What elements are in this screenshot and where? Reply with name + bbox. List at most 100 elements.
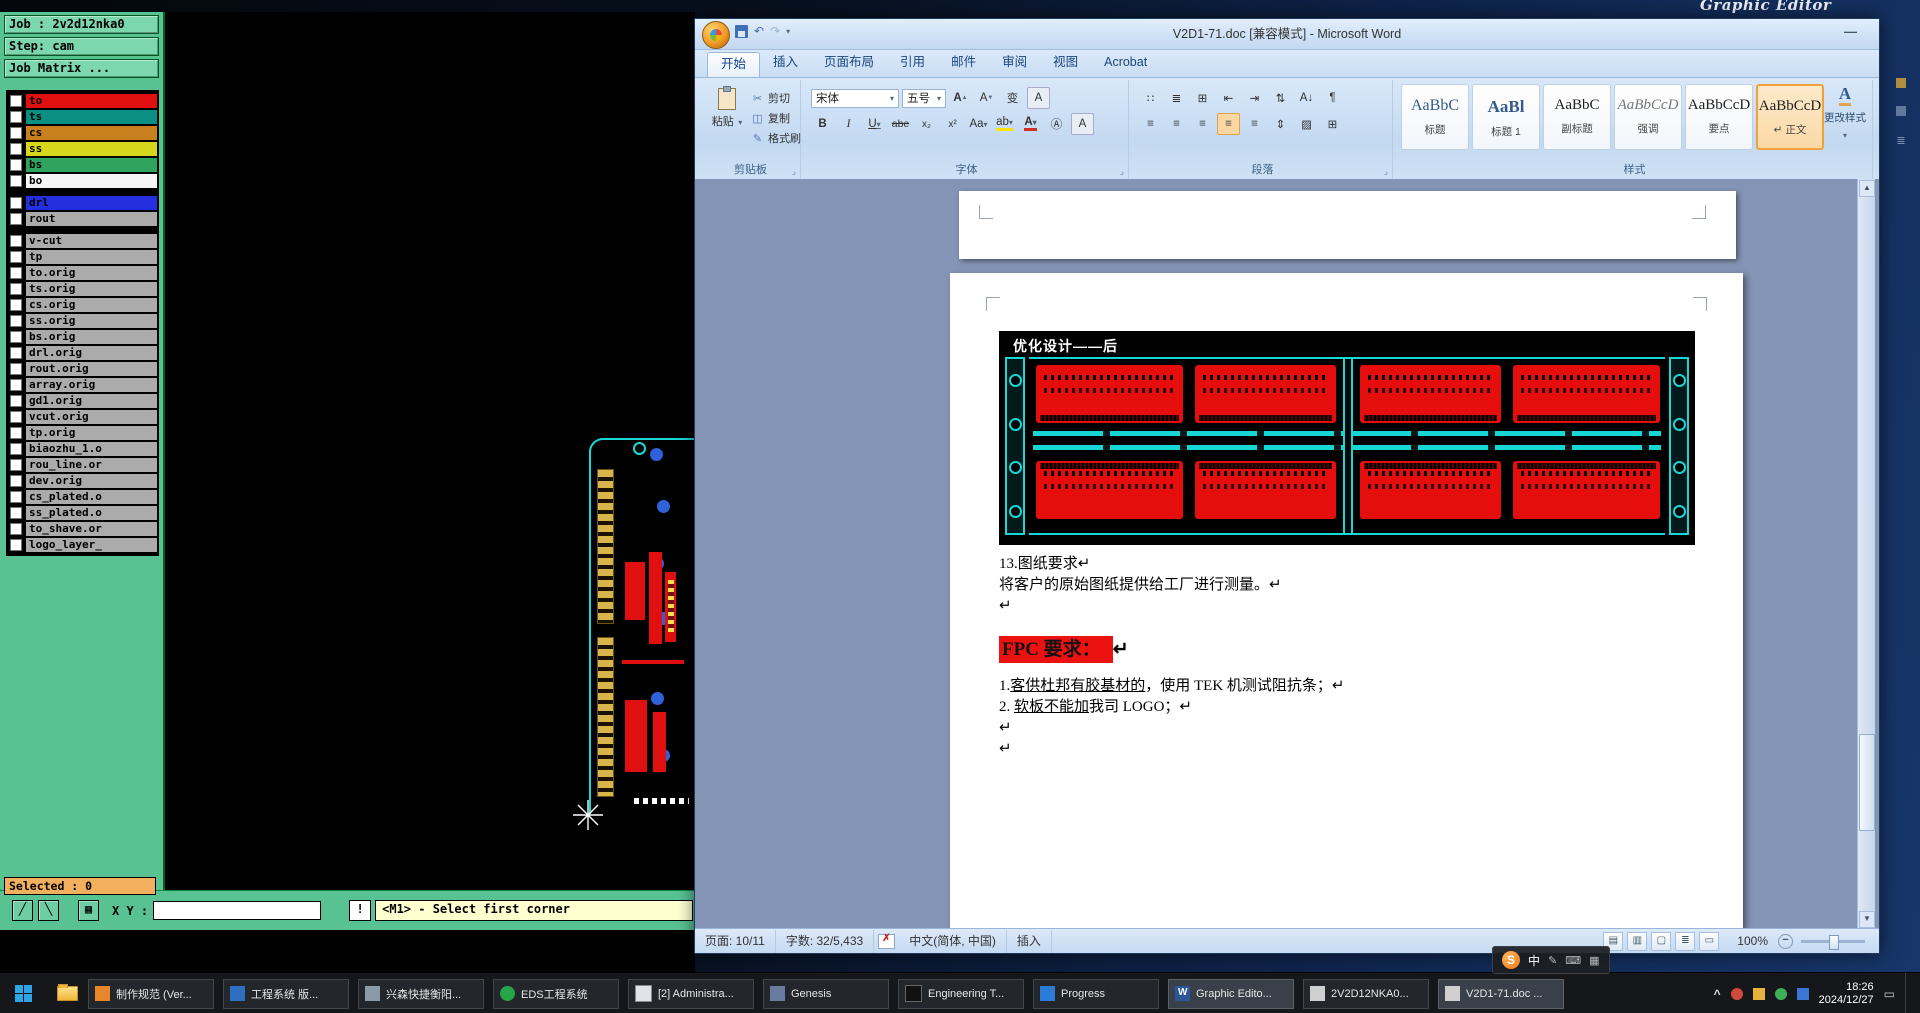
grid-snap-button[interactable]: ▦ (78, 900, 99, 921)
layer-name[interactable]: drl.orig (26, 346, 157, 360)
shrink-font-button[interactable]: A ▼ (975, 87, 998, 109)
tab-mailings[interactable]: 邮件 (938, 50, 989, 77)
character-border-button[interactable]: A (1027, 87, 1050, 109)
layer-visibility-checkbox[interactable] (10, 491, 22, 503)
enclose-character-button[interactable]: Ⓐ (1045, 113, 1068, 135)
layer-name[interactable]: ss (26, 142, 157, 156)
shading-button[interactable]: ▨ (1295, 113, 1318, 135)
layer-visibility-checkbox[interactable] (10, 475, 22, 487)
layer-visibility-checkbox[interactable] (10, 95, 22, 107)
layer-visibility-checkbox[interactable] (10, 267, 22, 279)
tray-app-icon[interactable] (1730, 987, 1743, 1000)
bullets-button[interactable]: ∷ (1139, 87, 1162, 109)
taskbar-item[interactable]: 兴森快捷衡阳... (358, 978, 484, 1009)
layer-visibility-checkbox[interactable] (10, 411, 22, 423)
layer-visibility-checkbox[interactable] (10, 443, 22, 455)
vertical-scrollbar[interactable]: ▲ ▼ (1857, 179, 1875, 929)
sogou-icon[interactable]: S (1502, 951, 1520, 969)
word-titlebar[interactable]: ↶ ↷ ▾ V2D1-71.doc [兼容模式] - Microsoft Wor… (695, 19, 1879, 50)
change-styles-button[interactable]: A 更改样式 ▾ (1820, 85, 1870, 143)
layer-visibility-checkbox[interactable] (10, 539, 22, 551)
layer-visibility-checkbox[interactable] (10, 427, 22, 439)
keyboard-icon[interactable]: ⌨ (1565, 954, 1581, 967)
dialog-launcher-icon[interactable]: ⌟ (1384, 166, 1388, 177)
layer-name[interactable]: rou_line.or (26, 458, 157, 472)
layer-visibility-checkbox[interactable] (10, 143, 22, 155)
start-button[interactable] (0, 973, 46, 1013)
taskbar-item[interactable]: V2D1-71.doc ... (1438, 978, 1564, 1009)
ime-chinese-indicator[interactable]: 中 (1528, 952, 1540, 969)
style-tile-heading1[interactable]: AaBl 标题 1 (1472, 84, 1540, 150)
handwriting-icon[interactable]: ✎ (1548, 954, 1557, 967)
file-explorer-button[interactable] (46, 973, 88, 1013)
sort-button[interactable]: A↓ (1295, 87, 1318, 109)
style-tile-title[interactable]: AaBbC 标题 (1401, 84, 1469, 150)
layer-name[interactable]: array.orig (26, 378, 157, 392)
layer-name[interactable]: logo_layer_ (26, 538, 157, 552)
layer-visibility-checkbox[interactable] (10, 379, 22, 391)
layer-name[interactable]: tp (26, 250, 157, 264)
layer-name[interactable]: ts.orig (26, 282, 157, 296)
layer-name[interactable]: rout (26, 212, 157, 226)
style-tile-strong[interactable]: AaBbCcD 要点 (1685, 84, 1753, 150)
dialog-launcher-icon[interactable]: ⌟ (1120, 166, 1124, 177)
layer-name[interactable]: dev.orig (26, 474, 157, 488)
draft-view-button[interactable]: ▭ (1699, 931, 1720, 951)
toolbox-icon[interactable]: ▦ (1589, 954, 1599, 967)
tab-references[interactable]: 引用 (887, 50, 938, 77)
line-spacing-button[interactable]: ⇕ (1269, 113, 1292, 135)
bold-button[interactable]: B (811, 113, 834, 135)
layer-visibility-checkbox[interactable] (10, 197, 22, 209)
tab-review[interactable]: 审阅 (989, 50, 1040, 77)
taskbar-item[interactable]: Graphic Edito... (1168, 978, 1294, 1009)
layer-name[interactable]: tp.orig (26, 426, 157, 440)
copy-button[interactable]: ◫ 复制 (751, 108, 801, 128)
layer-name[interactable]: to.orig (26, 266, 157, 280)
font-size-select[interactable]: 五号 ▾ (902, 88, 946, 108)
current-page[interactable]: 优化设计——后 13.图纸要求↵ 将客户的原始图纸提供给工厂进行测量。↵ ↵ F… (950, 273, 1743, 929)
font-family-select[interactable]: 宋体 ▾ (811, 88, 899, 108)
xy-coordinate-input[interactable] (153, 901, 322, 920)
layer-visibility-checkbox[interactable] (10, 175, 22, 187)
tray-app-icon[interactable] (1774, 987, 1787, 1000)
zoom-level[interactable]: 100% (1737, 934, 1768, 948)
distribute-button[interactable]: ≡ (1243, 113, 1266, 135)
underline-button[interactable]: U ▾ (863, 113, 886, 135)
taskbar-item[interactable]: EDS工程系统 (493, 978, 619, 1009)
change-case-button[interactable]: Aa ▾ (967, 113, 990, 135)
spelling-status-icon[interactable] (878, 933, 896, 949)
minimize-button[interactable]: — (1838, 22, 1863, 42)
layer-name[interactable]: cs (26, 126, 157, 140)
asian-layout-button[interactable]: ⇅ (1269, 87, 1292, 109)
tab-home[interactable]: 开始 (707, 52, 761, 77)
layer-name[interactable]: to_shave.or (26, 522, 157, 536)
layer-name[interactable]: cs.orig (26, 298, 157, 312)
tab-view[interactable]: 视图 (1040, 50, 1091, 77)
layer-name[interactable]: drl (26, 196, 157, 210)
layer-visibility-checkbox[interactable] (10, 283, 22, 295)
web-layout-view-button[interactable]: ▢ (1651, 931, 1672, 951)
strikethrough-button[interactable]: abe (889, 113, 912, 135)
layer-name[interactable]: vcut.orig (26, 410, 157, 424)
zoom-out-button[interactable]: − (1778, 933, 1793, 949)
scrollbar-thumb[interactable] (1859, 734, 1875, 831)
layer-visibility-checkbox[interactable] (10, 507, 22, 519)
layer-name[interactable]: ss_plated.o (26, 506, 157, 520)
layer-visibility-checkbox[interactable] (10, 331, 22, 343)
layer-name[interactable]: bs (26, 158, 157, 172)
word-count[interactable]: 字数: 32/5,433 (776, 929, 875, 953)
show-desktop-button[interactable] (1905, 973, 1912, 1013)
multilevel-list-button[interactable]: ⊞ (1191, 87, 1214, 109)
grow-font-button[interactable]: A ▲ (949, 87, 972, 109)
taskbar-item[interactable]: Progress (1033, 978, 1159, 1009)
layer-visibility-checkbox[interactable] (10, 111, 22, 123)
layer-visibility-checkbox[interactable] (10, 459, 22, 471)
cut-button[interactable]: ✂ 剪切 (751, 88, 801, 108)
layer-visibility-checkbox[interactable] (10, 299, 22, 311)
tab-insert[interactable]: 插入 (760, 50, 811, 77)
document-text[interactable]: 13.图纸要求↵ 将客户的原始图纸提供给工厂进行测量。↵ ↵ FPC 要求： ↵ … (999, 554, 1699, 760)
cam-canvas[interactable] (165, 12, 695, 890)
italic-button[interactable]: I (837, 113, 860, 135)
full-screen-view-button[interactable]: ▥ (1627, 931, 1648, 951)
tray-expand-icon[interactable]: ^ (1714, 987, 1721, 1001)
